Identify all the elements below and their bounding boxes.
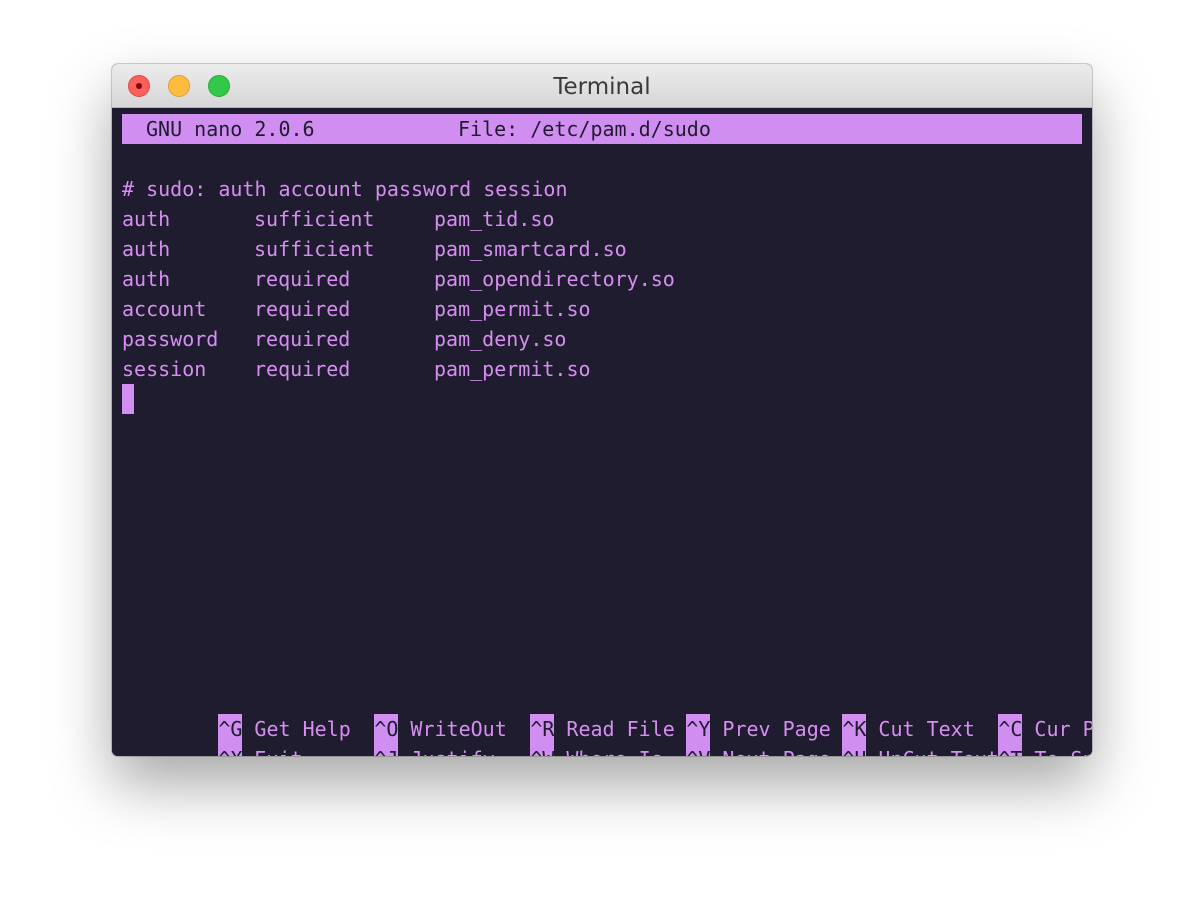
comment-line: # sudo: auth account password session	[122, 174, 568, 204]
pam-type: password	[122, 327, 219, 351]
pam-type: auth	[122, 267, 171, 291]
pam-type: auth	[122, 237, 171, 261]
pam-module: pam_smartcard.so	[434, 237, 627, 261]
shortcut-key: ^T	[998, 744, 1023, 756]
terminal-window: Terminal GNU nano 2.0.6 File: /etc/pam.d…	[112, 64, 1092, 756]
shortcut-key: ^J	[374, 744, 399, 756]
shortcut-exit[interactable]: ^XExit	[122, 714, 303, 756]
shortcut-key: ^W	[530, 744, 555, 756]
pam-type: session	[122, 357, 207, 381]
pam-control: required	[254, 327, 351, 351]
pam-type: auth	[122, 207, 171, 231]
shortcut-key: ^V	[686, 744, 711, 756]
config-line: session required pam_permit.so	[122, 354, 591, 384]
nano-header-bar: GNU nano 2.0.6 File: /etc/pam.d/sudo	[122, 114, 1082, 144]
pam-module: pam_deny.so	[434, 327, 567, 351]
pam-control: required	[254, 297, 351, 321]
pam-control: sufficient	[254, 237, 375, 261]
pam-module: pam_opendirectory.so	[434, 267, 675, 291]
nano-version: GNU nano 2.0.6	[146, 117, 315, 141]
terminal-content[interactable]: GNU nano 2.0.6 File: /etc/pam.d/sudo # s…	[112, 108, 1092, 756]
window-title: Terminal	[553, 74, 651, 100]
shortcut-to-spell[interactable]: ^T To Spell	[902, 714, 1092, 756]
pam-module: pam_tid.so	[434, 207, 555, 231]
config-line: auth required pam_opendirectory.so	[122, 264, 675, 294]
config-line: password required pam_deny.so	[122, 324, 566, 354]
shortcut-key: ^X	[218, 744, 243, 756]
pam-control: required	[254, 267, 351, 291]
pam-module: pam_permit.so	[434, 297, 591, 321]
shortcut-key: ^U	[842, 744, 867, 756]
text-cursor	[122, 384, 134, 414]
config-line: auth sufficient pam_smartcard.so	[122, 234, 627, 264]
comment-text: # sudo: auth account password session	[122, 177, 568, 201]
pam-module: pam_permit.so	[434, 357, 591, 381]
config-line: auth sufficient pam_tid.so	[122, 204, 554, 234]
config-line: account required pam_permit.so	[122, 294, 591, 324]
pam-type: account	[122, 297, 207, 321]
pam-control: sufficient	[254, 207, 375, 231]
pam-control: required	[254, 357, 351, 381]
title-bar[interactable]: Terminal	[112, 64, 1092, 108]
shortcut-cur-pos[interactable]: ^CCur Pos	[902, 684, 1092, 744]
shortcut-label: To Spell	[1034, 744, 1092, 756]
nano-file-label: File: /etc/pam.d/sudo	[458, 117, 711, 141]
shortcut-bar: ^G Get Help ^O WriteOut ^R Read File ^Y Prev…	[122, 684, 1092, 756]
